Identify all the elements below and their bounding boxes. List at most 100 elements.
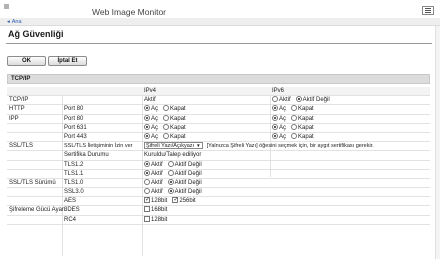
ssl-port443-label: Port 443 xyxy=(64,133,87,140)
ipp80-ipv6-options: Aç Kapat xyxy=(272,114,319,123)
option-label: Aç xyxy=(279,133,287,140)
ssl-ipv4-on-option[interactable]: Aç xyxy=(144,132,158,140)
aes-256-checkbox[interactable]: 256bit xyxy=(172,196,196,205)
ipp80-ipv4-on-option[interactable]: Aç xyxy=(144,114,159,122)
ssl-ipv6-on-option[interactable]: Aç xyxy=(272,132,287,140)
cancel-button[interactable]: İptal Et xyxy=(48,56,87,66)
option-label: Kapat xyxy=(298,106,314,113)
option-label: Aktif xyxy=(151,161,163,168)
ssl-ipv4-off-option[interactable]: Kapat xyxy=(163,132,186,140)
row-label-tls-version: SSL/TLS Sürümü xyxy=(9,179,56,186)
option-label: Aktif Değil xyxy=(174,179,202,186)
radio-icon xyxy=(167,169,174,176)
ipp80-ipv4-options: Aç Kapat xyxy=(144,114,191,123)
menu-icon[interactable] xyxy=(422,6,434,15)
ssl30-label: SSL3.0 xyxy=(64,189,84,196)
option-label: 256bit xyxy=(179,198,196,205)
checkbox-icon xyxy=(144,215,150,222)
ok-button[interactable]: OK xyxy=(7,56,46,66)
aes-label: AES xyxy=(64,198,77,205)
ipp631-ipv4-off-option[interactable]: Kapat xyxy=(163,123,186,131)
tls10-active-option[interactable]: Aktif xyxy=(144,178,163,186)
option-label: Aktif Değil xyxy=(302,97,330,104)
http-ipv4-off-option[interactable]: Kapat xyxy=(163,105,186,112)
aes-options: 128bit 256bit xyxy=(144,196,201,205)
cert-status-value: Kuruldu/Talep ediliyor xyxy=(144,152,202,159)
ipp631-ipv6-off-option[interactable]: Kapat xyxy=(291,123,314,131)
ssl-ipv6-options: Aç Kapat xyxy=(272,132,319,141)
ssl-ipv6-off-option[interactable]: Kapat xyxy=(291,132,314,140)
title-divider xyxy=(6,43,432,44)
header-ipv6: IPv6 xyxy=(272,88,285,94)
tcpip-ipv6-active-option[interactable]: Aktif xyxy=(272,96,291,104)
ipp80-ipv4-off-option[interactable]: Kapat xyxy=(163,114,186,122)
radio-icon xyxy=(291,105,298,112)
ipp631-ipv4-on-option[interactable]: Aç xyxy=(144,123,159,131)
vertical-scrollbar[interactable] xyxy=(435,26,440,259)
table-row: IPP Port 80 Aç Kapat Aç Kapat xyxy=(7,114,430,124)
chevron-down-icon: ▼ xyxy=(196,143,201,149)
checkbox-checked-icon xyxy=(172,196,178,204)
table-header-row: IPv4 IPv6 xyxy=(7,87,430,97)
tls12-label: TLS1.2 xyxy=(64,161,84,168)
option-label: Aktif xyxy=(151,189,163,196)
cert-status-label: Sertifika Durumu xyxy=(64,152,109,159)
http-ipv6-on-option[interactable]: Aç xyxy=(272,105,286,112)
back-link-label: Ana xyxy=(11,19,22,25)
ssl30-active-option[interactable]: Aktif xyxy=(144,188,163,196)
option-label: Aç xyxy=(151,115,159,122)
row-label-ssl: SSL/TLS xyxy=(9,143,34,150)
tls12-active-option[interactable]: Aktif xyxy=(144,160,163,168)
table-row: TCP/IP Aktif Aktif Aktif Değil xyxy=(7,96,430,106)
option-label: 128bit xyxy=(151,198,168,205)
radio-selected-icon xyxy=(272,114,278,121)
tls12-inactive-option[interactable]: Aktif Değil xyxy=(167,160,202,168)
aes-128-checkbox[interactable]: 128bit xyxy=(144,196,168,205)
tls11-options: Aktif Aktif Değil xyxy=(144,169,207,178)
table-row: SSL/TLS Sürümü TLS1.0 Aktif Aktif Değil xyxy=(7,178,430,189)
back-arrow-icon: ◂ xyxy=(7,19,10,25)
header-ipv4: IPv4 xyxy=(144,88,157,94)
http-ipv6-off-option[interactable]: Kapat xyxy=(291,105,314,113)
radio-icon xyxy=(144,188,150,195)
ssl-comm-label: SSL/TLS İletişiminin İzin ver xyxy=(64,143,133,150)
option-label: Kapat xyxy=(298,124,314,131)
radio-selected-icon xyxy=(144,105,150,112)
ssl30-inactive-option[interactable]: Aktif Değil xyxy=(167,188,202,196)
3des-168-checkbox[interactable]: 168bit xyxy=(144,206,167,213)
ssl-comm-value-cell: Şifreli Yazı/Açıkyazı ▼ [Yalnızca Şifreli … xyxy=(144,142,374,150)
radio-selected-icon xyxy=(272,123,278,130)
ipp80-ipv6-on-option[interactable]: Aç xyxy=(272,114,287,122)
row-label-cipher: Şifreleme Gücü Ayarı xyxy=(9,207,66,214)
tcpip-ipv6-options: Aktif Aktif Değil xyxy=(272,96,335,104)
rc4-128-checkbox[interactable]: 128bit xyxy=(144,215,168,223)
ssl-comm-selected-value: Şifreli Yazı/Açıkyazı xyxy=(146,143,195,150)
rc4-label: RC4 xyxy=(64,216,77,223)
radio-selected-icon xyxy=(144,114,150,121)
option-label: Kapat xyxy=(298,133,314,140)
tls10-inactive-option[interactable]: Aktif Değil xyxy=(167,178,202,186)
http-ipv4-on-option[interactable]: Aç xyxy=(144,105,158,112)
option-label: Aktif Değil xyxy=(174,189,202,196)
radio-icon xyxy=(163,105,170,112)
option-label: Aktif xyxy=(279,97,291,104)
radio-icon xyxy=(163,132,170,139)
option-label: Aç xyxy=(279,115,287,122)
radio-icon xyxy=(291,114,298,121)
option-label: 128bit xyxy=(151,216,168,223)
tls11-active-option[interactable]: Aktif xyxy=(144,169,163,177)
ipp80-ipv6-off-option[interactable]: Kapat xyxy=(291,114,314,122)
app-title: Web Image Monitor xyxy=(92,7,167,17)
ssl-comm-select[interactable]: Şifreli Yazı/Açıkyazı ▼ xyxy=(144,142,203,150)
back-link[interactable]: ◂ Ana xyxy=(7,19,22,25)
option-label: Aktif Değil xyxy=(174,161,202,168)
checkbox-icon xyxy=(144,206,150,213)
ipp631-ipv6-on-option[interactable]: Aç xyxy=(272,123,286,131)
option-label: Aç xyxy=(151,124,159,131)
ipp631-ipv6-options: Aç Kapat xyxy=(272,123,319,132)
tls10-options: Aktif Aktif Değil xyxy=(144,178,207,187)
tls11-inactive-option[interactable]: Aktif Değil xyxy=(167,169,202,177)
tcpip-ipv6-inactive-option[interactable]: Aktif Değil xyxy=(295,96,330,104)
rc4-options: 128bit xyxy=(144,215,172,224)
radio-icon xyxy=(163,123,170,130)
